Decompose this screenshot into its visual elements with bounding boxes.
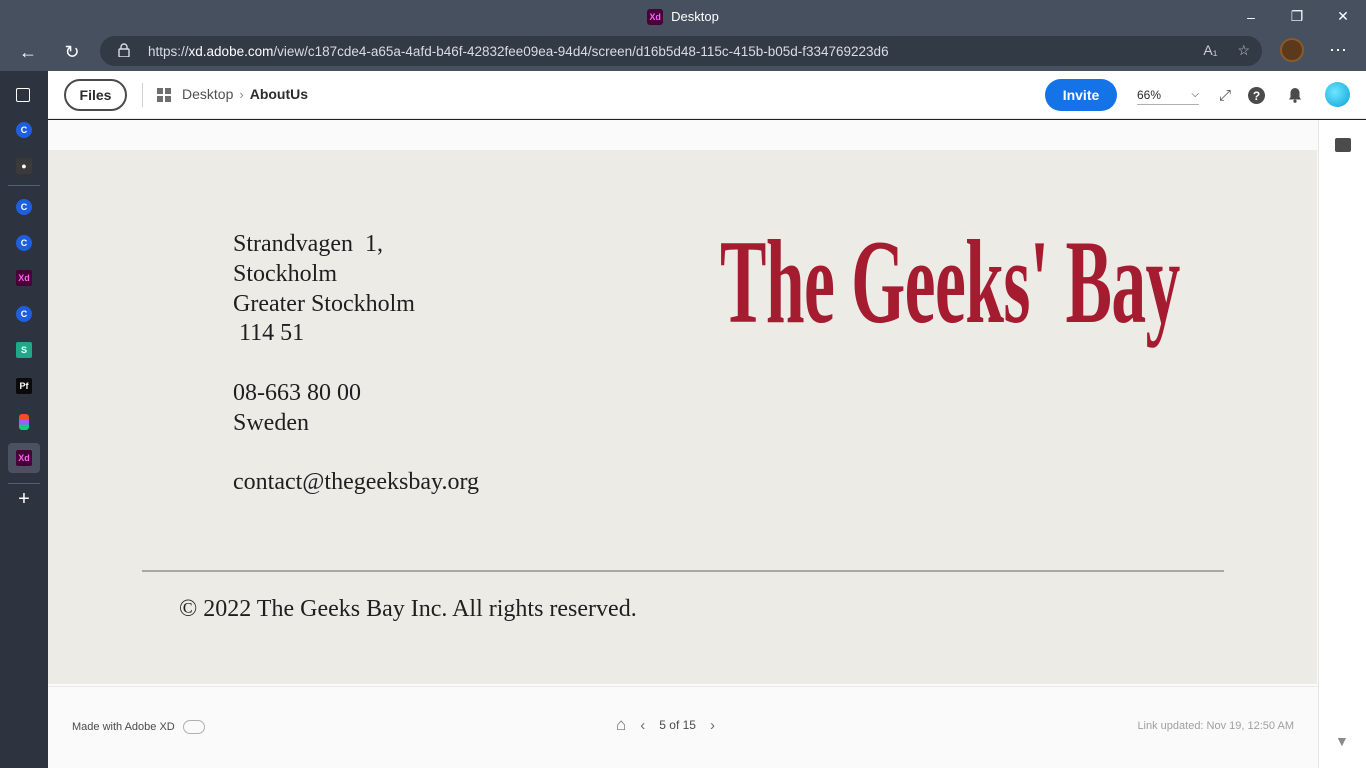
- chevron-left-icon[interactable]: ‹: [640, 717, 645, 734]
- copyright-text: © 2022 The Geeks Bay Inc. All rights res…: [179, 596, 637, 622]
- made-with-label: Made with Adobe XD: [72, 721, 175, 733]
- xd-favicon-icon: Xd: [647, 8, 664, 25]
- chevron-right-icon[interactable]: ›: [710, 717, 715, 734]
- app-c-icon[interactable]: C: [16, 235, 32, 251]
- address-bar[interactable]: https://xd.adobe.com/view/c187cde4-a65a-…: [100, 36, 1262, 66]
- add-icon[interactable]: +: [16, 488, 32, 510]
- breadcrumb-current: AboutUs: [249, 86, 309, 102]
- made-with-xd[interactable]: Made with Adobe XD: [72, 720, 205, 734]
- zoom-select[interactable]: 66% ⌵: [1137, 85, 1199, 105]
- refresh-button[interactable]: ↻: [56, 36, 88, 68]
- comments-rail: ▼: [1318, 120, 1366, 768]
- user-avatar[interactable]: [1325, 82, 1350, 107]
- home-icon[interactable]: ⌂: [616, 715, 626, 735]
- tab-title: Desktop: [671, 9, 719, 24]
- fullscreen-icon[interactable]: ⤢: [1215, 85, 1235, 105]
- url-host: xd.adobe.com: [188, 43, 274, 59]
- artboard-aboutus: Strandvagen 1, Stockholm Greater Stockho…: [48, 150, 1317, 684]
- back-button[interactable]: ←: [12, 36, 44, 68]
- prototype-footer: Made with Adobe XD ⌂ ‹ 5 of 15 › Link up…: [48, 686, 1318, 768]
- browser-menu-button[interactable]: ⋯: [1326, 36, 1350, 64]
- app-c-icon[interactable]: C: [16, 199, 32, 215]
- minimize-button[interactable]: –: [1228, 0, 1274, 33]
- help-icon[interactable]: ?: [1248, 87, 1265, 104]
- contact-address: Strandvagen 1, Stockholm Greater Stockho…: [233, 231, 480, 496]
- screen-pager: ⌂ ‹ 5 of 15 ›: [616, 715, 715, 735]
- sidebar-item-xd-active[interactable]: Xd: [8, 443, 40, 473]
- tabs-icon[interactable]: [16, 88, 30, 102]
- filter-icon[interactable]: ▼: [1335, 733, 1349, 749]
- chevron-down-icon: ⌵: [1191, 89, 1199, 100]
- sk-icon[interactable]: S: [16, 342, 32, 358]
- brand-logo-text: The Geeks' Bay: [720, 215, 1180, 348]
- breadcrumb: Desktop › AboutUs: [182, 86, 308, 102]
- prototype-canvas: Strandvagen 1, Stockholm Greater Stockho…: [48, 120, 1318, 686]
- browser-sidebar: C ● C C Xd C S Pf Xd +: [0, 71, 48, 768]
- restore-button[interactable]: ❐: [1274, 0, 1320, 33]
- app-c-icon[interactable]: C: [16, 306, 32, 322]
- xd-icon[interactable]: Xd: [16, 270, 32, 286]
- read-aloud-icon[interactable]: A₁: [1203, 42, 1217, 59]
- creative-cloud-icon: [182, 720, 205, 734]
- app-c-icon[interactable]: C: [16, 122, 32, 138]
- xd-app-header: Files Desktop › AboutUs Invite 66% ⌵ ⤢ ?: [48, 71, 1366, 119]
- pager-count: 5 of 15: [659, 718, 696, 732]
- files-button[interactable]: Files: [64, 79, 127, 111]
- footer-divider: [142, 570, 1224, 572]
- browser-profile-avatar[interactable]: [1280, 38, 1304, 62]
- link-updated: Link updated: Nov 19, 12:50 AM: [1137, 720, 1294, 732]
- comment-icon[interactable]: [1335, 138, 1351, 152]
- breadcrumb-desktop[interactable]: Desktop: [182, 86, 233, 102]
- browser-title-bar: Xd Desktop – ❐ ✕: [0, 0, 1366, 33]
- close-button[interactable]: ✕: [1320, 0, 1366, 33]
- figma-icon[interactable]: [19, 414, 29, 430]
- bell-icon[interactable]: [1285, 85, 1305, 105]
- sidebar-divider: [8, 185, 40, 186]
- camera-icon[interactable]: ●: [16, 158, 32, 174]
- lock-icon: [118, 43, 130, 57]
- address-row: ← ↻ https://xd.adobe.com/view/c187cde4-a…: [0, 33, 1366, 71]
- url-prefix: https://: [148, 43, 189, 59]
- header-divider: [142, 83, 143, 107]
- zoom-value: 66%: [1137, 87, 1162, 102]
- url-path: /view/c187cde4-a65a-4afd-b46f-42832fee09…: [273, 43, 889, 59]
- invite-button[interactable]: Invite: [1045, 79, 1117, 111]
- grid-view-icon[interactable]: [157, 88, 171, 102]
- sidebar-divider: [8, 483, 40, 484]
- pf-icon[interactable]: Pf: [16, 378, 32, 394]
- chevron-right-icon: ›: [239, 86, 244, 102]
- favorite-add-icon[interactable]: ☆: [1237, 42, 1250, 59]
- window-title: Xd Desktop: [0, 0, 1366, 33]
- xd-icon: Xd: [16, 450, 32, 466]
